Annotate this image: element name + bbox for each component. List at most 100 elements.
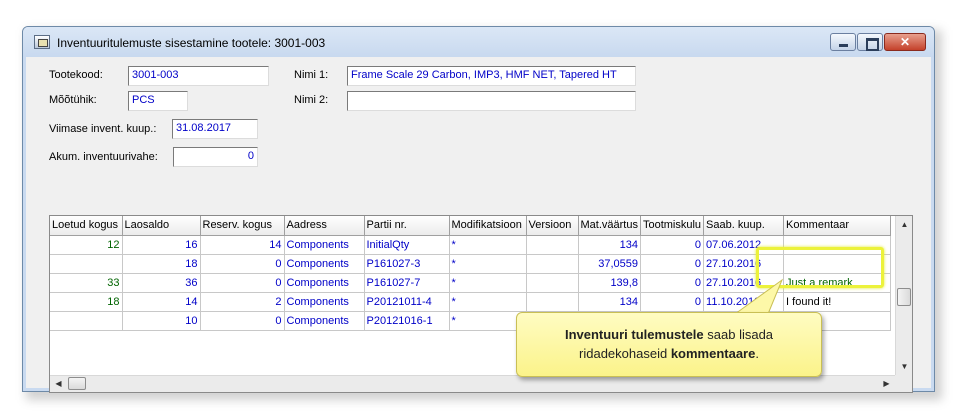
- column-header[interactable]: Partii nr.: [364, 216, 450, 236]
- table-cell[interactable]: 0: [640, 235, 705, 255]
- column-header[interactable]: Modifikatsioon: [449, 216, 527, 236]
- table-cell[interactable]: P20121011-4: [364, 292, 450, 312]
- table-row[interactable]: 18 14 2 Components P20121011-4 * 134 0 11.10.201…: [50, 292, 892, 312]
- vertical-scrollbar[interactable]: ▲ ▼: [895, 216, 912, 375]
- table-cell[interactable]: *: [449, 235, 527, 255]
- table-cell[interactable]: [526, 273, 579, 293]
- table-cell[interactable]: 14: [122, 292, 201, 312]
- table-cell[interactable]: 36: [122, 273, 201, 293]
- scroll-down-icon[interactable]: ▼: [896, 358, 912, 375]
- empty-cell: [364, 349, 449, 368]
- horizontal-scroll-thumb[interactable]: [68, 377, 86, 390]
- nimi2-field[interactable]: [347, 91, 636, 111]
- tootekood-field[interactable]: 3001-003: [128, 66, 269, 86]
- empty-cell: [449, 330, 526, 349]
- table-cell[interactable]: *: [449, 292, 527, 312]
- table-cell[interactable]: 10: [122, 311, 201, 331]
- table-cell[interactable]: 0: [640, 254, 705, 274]
- table-cell[interactable]: 16: [122, 235, 201, 255]
- table-cell[interactable]: 0: [200, 311, 285, 331]
- table-cell[interactable]: Components: [284, 311, 365, 331]
- nimi2-label: Nimi 2:: [294, 94, 329, 106]
- table-cell[interactable]: P161027-3: [364, 254, 450, 274]
- column-header[interactable]: Saab. kuup.: [703, 216, 785, 236]
- tooltip-text-3: .: [755, 346, 759, 361]
- viimase-invent-field[interactable]: 31.08.2017: [172, 119, 258, 139]
- table-cell[interactable]: I found it!: [783, 292, 892, 312]
- column-header[interactable]: Tootmiskulu: [640, 216, 705, 236]
- table-cell[interactable]: *: [449, 254, 527, 274]
- table-row[interactable]: 33 36 0 Components P161027-7 * 139,8 0 27.10.201…: [50, 273, 892, 293]
- table-cell[interactable]: 0: [640, 292, 705, 312]
- tooltip-bold-2: kommentaare: [670, 346, 756, 361]
- table-cell[interactable]: *: [449, 273, 527, 293]
- table-cell[interactable]: 134: [578, 292, 641, 312]
- tootekood-label: Tootekood:: [49, 69, 103, 81]
- table-cell[interactable]: Just a remark: [783, 273, 892, 293]
- vertical-scroll-thumb[interactable]: [897, 288, 911, 306]
- table-cell[interactable]: [50, 254, 123, 274]
- table-cell[interactable]: 14: [200, 235, 285, 255]
- empty-cell: [364, 330, 449, 349]
- horizontal-scrollbar[interactable]: ◀ ▶: [50, 375, 895, 392]
- column-header[interactable]: Laosaldo: [122, 216, 201, 236]
- table-cell[interactable]: 0: [200, 273, 285, 293]
- table-cell[interactable]: Components: [284, 235, 365, 255]
- table-cell[interactable]: 12: [50, 235, 123, 255]
- title-bar[interactable]: Inventuuritulemuste sisestamine tootele:…: [23, 27, 934, 57]
- column-header[interactable]: Loetud kogus: [50, 216, 123, 236]
- empty-cell: [122, 330, 200, 349]
- tooltip-callout: Inventuuri tulemustele saab lisada ridad…: [516, 312, 822, 377]
- column-header[interactable]: Mat.väärtus: [578, 216, 641, 236]
- table-cell[interactable]: 27.10.2016: [703, 273, 785, 293]
- table-cell[interactable]: 0: [200, 254, 285, 274]
- column-header[interactable]: Reserv. kogus: [200, 216, 285, 236]
- mootuhik-label: Mõõtühik:: [49, 94, 97, 106]
- table-cell[interactable]: [783, 254, 892, 274]
- table-cell[interactable]: [783, 235, 892, 255]
- tooltip-text-2: ridadekohaseid: [579, 346, 671, 361]
- table-cell[interactable]: 37,0559: [578, 254, 641, 274]
- table-cell[interactable]: P20121016-1: [364, 311, 450, 331]
- table-cell[interactable]: [50, 311, 123, 331]
- nimi1-label: Nimi 1:: [294, 69, 329, 81]
- table-cell[interactable]: Components: [284, 273, 365, 293]
- table-row[interactable]: 18 0 Components P161027-3 * 37,0559 0 27.10.201…: [50, 254, 892, 274]
- table-cell[interactable]: P161027-7: [364, 273, 450, 293]
- minimize-button[interactable]: [830, 33, 856, 51]
- window-title: Inventuuritulemuste sisestamine tootele:…: [57, 36, 326, 50]
- column-header[interactable]: Kommentaar: [783, 216, 892, 236]
- maximize-button[interactable]: [857, 33, 883, 51]
- empty-cell: [200, 349, 284, 368]
- scroll-up-icon[interactable]: ▲: [896, 216, 912, 233]
- table-cell[interactable]: Components: [284, 254, 365, 274]
- column-header[interactable]: Aadress: [284, 216, 365, 236]
- table-cell[interactable]: [526, 235, 579, 255]
- table-cell[interactable]: 18: [122, 254, 201, 274]
- table-cell[interactable]: *: [449, 311, 527, 331]
- scroll-left-icon[interactable]: ◀: [50, 376, 67, 392]
- empty-cell: [50, 349, 122, 368]
- grid-header-row: Loetud kogus Laosaldo Reserv. kogus Aadress…: [50, 216, 892, 236]
- akum-inventuurivahe-field[interactable]: 0: [173, 147, 258, 167]
- nimi1-field[interactable]: Frame Scale 29 Carbon, IMP3, HMF NET, Ta…: [347, 66, 636, 86]
- table-row[interactable]: 12 16 14 Components InitialQty * 134 0 07.06.201…: [50, 235, 892, 255]
- table-cell[interactable]: 134: [578, 235, 641, 255]
- table-cell[interactable]: Components: [284, 292, 365, 312]
- table-cell[interactable]: 139,8: [578, 273, 641, 293]
- mootuhik-field[interactable]: PCS: [128, 91, 188, 111]
- table-cell[interactable]: InitialQty: [364, 235, 450, 255]
- table-cell[interactable]: 33: [50, 273, 123, 293]
- table-cell[interactable]: 2: [200, 292, 285, 312]
- table-cell[interactable]: 27.10.2016: [703, 254, 785, 274]
- table-cell[interactable]: 11.10.2012: [703, 292, 785, 312]
- column-header[interactable]: Versioon: [526, 216, 579, 236]
- empty-cell: [284, 349, 364, 368]
- scroll-right-icon[interactable]: ▶: [878, 376, 895, 392]
- close-button[interactable]: ✕: [884, 33, 926, 51]
- table-cell[interactable]: [526, 292, 579, 312]
- table-cell[interactable]: 07.06.2012: [703, 235, 785, 255]
- table-cell[interactable]: 0: [640, 273, 705, 293]
- table-cell[interactable]: 18: [50, 292, 123, 312]
- table-cell[interactable]: [526, 254, 579, 274]
